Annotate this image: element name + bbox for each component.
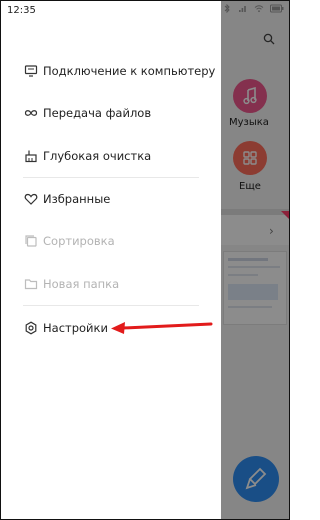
status-icons [222,4,284,13]
menu-divider [23,177,199,178]
battery-icon [270,4,284,13]
settings-gear-icon [25,321,37,335]
menu-item-connect-to-computer[interactable]: Подключение к компьютеру [1,53,221,89]
computer-icon [24,65,38,77]
wifi-icon [254,5,264,13]
phone-frame: Музыка Еще › 12:35 Подключение к компьют… [0,0,290,520]
menu-item-label: Настройки [43,321,108,335]
status-bar: 12:35 [1,1,289,19]
broom-icon [25,150,37,163]
menu-item-sort: Сортировка [1,223,221,259]
sort-icon [25,235,37,247]
annotation-arrow [111,322,213,334]
menu-item-label: Передача файлов [43,106,152,120]
menu-divider [23,305,199,306]
menu-item-favorites[interactable]: Избранные [1,181,221,217]
menu-item-label: Сортировка [43,234,115,248]
file-transfer-icon [24,110,38,116]
menu-item-deep-clean[interactable]: Глубокая очистка [1,138,221,174]
new-folder-icon [24,279,38,290]
menu-item-label: Глубокая очистка [43,149,152,163]
navigation-drawer: Подключение к компьютеру Передача файлов… [1,1,221,519]
menu-item-label: Избранные [43,192,111,206]
menu-item-label: Новая папка [43,277,120,291]
menu-item-label: Подключение к компьютеру [43,64,216,78]
signal-icon [239,6,246,12]
menu-item-new-folder: Новая папка [1,266,221,302]
heart-icon [24,193,38,205]
bluetooth-icon [224,4,230,13]
menu-item-file-transfer[interactable]: Передача файлов [1,95,221,131]
status-time: 12:35 [7,5,36,16]
